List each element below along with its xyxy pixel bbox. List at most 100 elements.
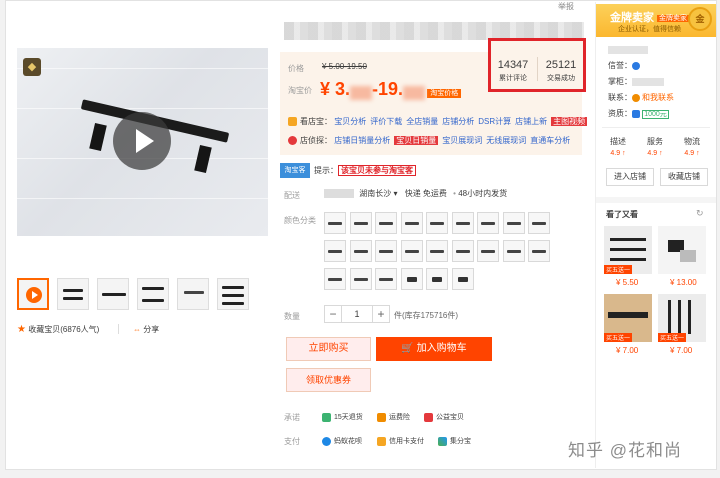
thumbnail[interactable]	[97, 278, 129, 310]
tb-price: ¥ 3. -19. 淘宝价格	[320, 79, 462, 100]
handle-swatch	[404, 222, 419, 225]
collect-item[interactable]: ★ 收藏宝贝(6876人气)	[17, 324, 99, 335]
sku-option[interactable]	[502, 240, 525, 262]
main-product-video[interactable]: ◆	[17, 48, 268, 236]
sku-option[interactable]	[349, 240, 372, 262]
sku-option[interactable]	[375, 268, 397, 290]
pay-item[interactable]: 蚂蚁花呗	[322, 436, 362, 446]
sku-option[interactable]	[349, 268, 372, 290]
promise-item[interactable]: 运费险	[377, 412, 410, 422]
sku-option[interactable]	[477, 240, 499, 262]
info-icon[interactable]	[632, 61, 640, 70]
sku-option[interactable]	[426, 212, 448, 234]
pay-item[interactable]: 集分宝	[438, 436, 471, 446]
buy-now-button[interactable]: 立即购买	[286, 337, 371, 361]
product-price: ¥ 13.00	[670, 278, 697, 287]
sku-option[interactable]	[426, 240, 448, 262]
seller-label: 掌柜：	[608, 77, 632, 86]
sales-count-value: 25121	[545, 59, 577, 71]
review-count[interactable]: 14347 累计评论	[491, 59, 535, 83]
price-label: 价格	[288, 64, 304, 73]
sku-option[interactable]	[451, 268, 474, 290]
quantity-increase-button[interactable]: +	[372, 305, 390, 323]
handle-swatch	[532, 250, 546, 253]
handle-swatch	[455, 222, 470, 225]
sku-option[interactable]	[349, 212, 372, 234]
shop-banner: 金牌卖家 金牌卖家 企业认证，值得信赖 金	[596, 4, 716, 37]
promise-item[interactable]: 15天退货	[322, 412, 363, 422]
add-to-cart-button[interactable]: 🛒 加入购物车	[376, 337, 492, 361]
contact-link[interactable]: 和我联系	[642, 93, 674, 102]
sku-option[interactable]	[400, 268, 423, 290]
handle-swatch	[379, 250, 393, 253]
contact-row: 联系： 和我联系	[608, 92, 674, 103]
plugin-link[interactable]: 宝贝展现词	[442, 136, 482, 145]
recommended-product[interactable]	[658, 226, 706, 274]
promise-item[interactable]: 公益宝贝	[424, 412, 464, 422]
quantity-input[interactable]: 1	[341, 305, 373, 323]
plugin-link[interactable]: 店铺分析	[442, 117, 474, 126]
rating-name: 物流	[684, 137, 700, 146]
plugin-link[interactable]: DSR计算	[478, 117, 511, 126]
share-button[interactable]: ⇔ 分享	[133, 324, 159, 335]
sku-option[interactable]	[400, 240, 423, 262]
seller-row: 掌柜：	[608, 76, 664, 87]
plugin-tag[interactable]: 主图视频	[551, 117, 588, 126]
sku-option-grid	[324, 212, 554, 292]
report-link[interactable]: 举报	[558, 1, 574, 12]
get-coupon-button[interactable]: 领取优惠券	[286, 368, 371, 392]
sku-option[interactable]	[451, 212, 474, 234]
review-count-value: 14347	[497, 59, 529, 71]
sku-option[interactable]	[451, 240, 474, 262]
qual-label: 资质：	[608, 109, 632, 118]
refresh-icon[interactable]: ↻	[696, 208, 704, 219]
sku-option[interactable]	[375, 212, 397, 234]
plugin-link[interactable]: 无线展现词	[486, 136, 526, 145]
tb-price-label: 淘宝价	[288, 86, 312, 95]
sku-option[interactable]	[324, 240, 346, 262]
shipping-destination[interactable]: 湖南长沙	[359, 189, 391, 198]
pay-item[interactable]: 信用卡支付	[377, 436, 424, 446]
deposit-badge[interactable]: 1000元	[642, 110, 669, 119]
enter-shop-button[interactable]: 进入店铺	[606, 168, 654, 186]
thumbnail[interactable]	[217, 278, 249, 310]
plugin-link[interactable]: 店铺日销量分析	[334, 136, 390, 145]
sku-option[interactable]	[324, 212, 346, 234]
sku-option[interactable]	[528, 240, 550, 262]
sku-option[interactable]	[375, 240, 397, 262]
shop-name-blurred[interactable]	[608, 45, 648, 54]
thumbnail[interactable]	[177, 278, 209, 310]
plugin-link[interactable]: 评价下载	[370, 117, 402, 126]
huabei-icon	[322, 436, 331, 446]
favorite-shop-button[interactable]: 收藏店铺	[660, 168, 708, 186]
shipping-info: 湖南长沙 ▾ 快递 免运费 • 48小时内发货	[324, 188, 507, 199]
plugin-link[interactable]: 店铺上新	[515, 117, 547, 126]
thumbnail-video[interactable]	[17, 278, 49, 310]
plugin-link[interactable]: 直通车分析	[530, 136, 570, 145]
plugin-link[interactable]: 宝贝分析	[334, 117, 366, 126]
sku-option[interactable]	[477, 212, 499, 234]
taobaoke-badge[interactable]: 淘宝客	[280, 163, 310, 178]
recommended-product[interactable]: 买五送一	[604, 294, 652, 342]
sku-option[interactable]	[426, 268, 448, 290]
promise-text: 运费险	[389, 414, 410, 421]
sku-option[interactable]	[502, 212, 525, 234]
sku-option[interactable]	[400, 212, 423, 234]
thumbnail[interactable]	[57, 278, 89, 310]
plugin-tag[interactable]: 宝贝日销量	[394, 136, 439, 145]
handle-swatch	[328, 222, 342, 225]
rating-service: 服务 4.9 ↑	[639, 136, 671, 157]
license-icon[interactable]	[632, 109, 640, 118]
play-icon[interactable]	[113, 112, 171, 170]
sku-option[interactable]	[324, 268, 346, 290]
zhihu-watermark: 知乎 @花和尚	[568, 441, 682, 460]
share-icon: ⇔	[133, 325, 141, 334]
divider	[596, 197, 716, 203]
thumbnail[interactable]	[137, 278, 169, 310]
plugin-link[interactable]: 全店销量	[406, 117, 438, 126]
recommended-product[interactable]: 买五送一	[604, 226, 652, 274]
kandianbao-icon	[288, 117, 297, 127]
recommended-product[interactable]: 买五送一	[658, 294, 706, 342]
quantity-decrease-button[interactable]: −	[324, 305, 342, 323]
sku-option[interactable]	[528, 212, 550, 234]
